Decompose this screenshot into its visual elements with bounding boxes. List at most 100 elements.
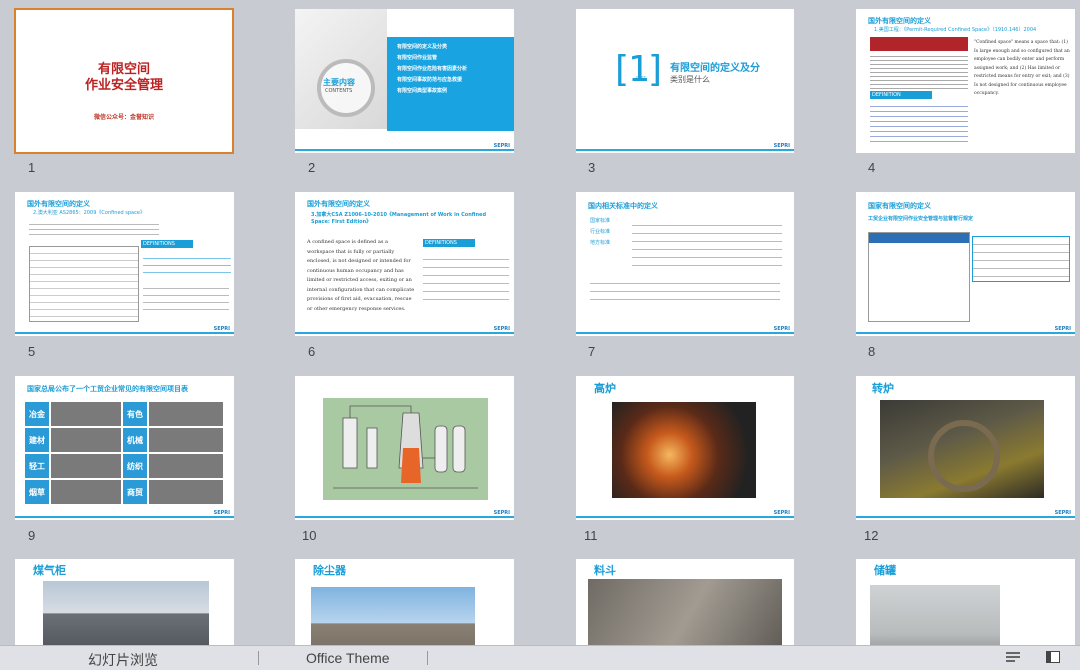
slide7-title: 国内相关标准中的定义 xyxy=(588,202,658,210)
part-heading: 有限空间的定义及分 xyxy=(670,63,760,74)
slide9-title: 国家总局公布了一个工贸企业常见的有限空间项目表 xyxy=(27,385,188,393)
definition-quote: "Confined space" means a space that: (1)… xyxy=(974,40,1070,96)
brand-logo: SEPRI xyxy=(1054,326,1071,332)
table-category: 建材 xyxy=(25,428,49,452)
table-category: 烟草 xyxy=(25,480,49,504)
slide8-title: 国家有限空间的定义 xyxy=(868,202,931,210)
footer-bar xyxy=(576,332,794,334)
footer-bar xyxy=(576,516,794,518)
slide1-subtitle: 微信公众号：金誉知识 xyxy=(93,114,154,121)
slide-number: 5 xyxy=(28,344,36,359)
contents-item: 有限空间作业危险有害因素分析 xyxy=(397,66,468,72)
contents-item: 有限空间作业监管 xyxy=(397,55,438,61)
slide-number: 8 xyxy=(868,344,876,359)
table-category: 纺织 xyxy=(123,454,147,478)
slide-thumbnail-6[interactable]: 国外有限空间的定义 3.加拿大CSA Z1006-10-2010《Managem… xyxy=(295,192,514,336)
status-bar: 幻灯片浏览 Office Theme xyxy=(0,645,1080,670)
definition-label: DEFINITION xyxy=(870,91,932,99)
contents-item: 有限空间事故防范与应急救援 xyxy=(397,77,463,83)
footer-bar xyxy=(576,149,794,151)
slide-thumbnail-15[interactable]: 料斗 xyxy=(576,559,794,645)
slide-thumbnail-9[interactable]: 国家总局公布了一个工贸企业常见的有限空间项目表 冶金 有色 建材 机械 轻工 纺… xyxy=(15,376,234,520)
table-cell xyxy=(51,454,121,478)
slide-thumbnail-2[interactable]: 主要内容 CONTENTS 有限空间的定义及分类 有限空间作业监管 有限空间作业… xyxy=(295,9,514,153)
footer-bar xyxy=(295,332,514,334)
brand-logo: SEPRI xyxy=(493,143,510,149)
slide-thumbnail-5[interactable]: 国外有限空间的定义 2.澳大利亚 AS2865：2009《Confined sp… xyxy=(15,192,234,336)
slide5-text xyxy=(29,220,159,236)
table-cell xyxy=(149,454,223,478)
slide-thumbnail-7[interactable]: 国内相关标准中的定义 国家标准 行业标准 地方标准 SEPRI xyxy=(576,192,794,336)
regulation-table xyxy=(870,53,968,89)
definition-cn-text xyxy=(143,252,231,278)
part-number-bracket: [1] xyxy=(610,49,667,90)
contents-item: 有限空间典型事故案例 xyxy=(397,88,448,94)
table-cell xyxy=(51,480,121,504)
bullet-item: 国家标准 xyxy=(590,218,611,224)
brand-logo: SEPRI xyxy=(213,326,230,332)
dust-collector-photo xyxy=(311,587,475,645)
table-cell xyxy=(149,428,223,452)
slide16-title: 储罐 xyxy=(874,564,896,577)
footer-bar xyxy=(295,516,514,518)
slide13-title: 煤气柜 xyxy=(33,564,66,577)
slide-number: 9 xyxy=(28,528,36,543)
view-mode-label: 幻灯片浏览 xyxy=(88,652,158,668)
contents-panel: 有限空间的定义及分类 有限空间作业监管 有限空间作业危险有害因素分析 有限空间事… xyxy=(387,37,514,131)
slide-number: 3 xyxy=(588,160,596,175)
slide-thumbnail-13[interactable]: 煤气柜 xyxy=(15,559,234,645)
bullet-item: 地方标准 xyxy=(590,240,611,246)
theme-name-label[interactable]: Office Theme xyxy=(306,650,390,666)
slide-number: 10 xyxy=(302,528,317,543)
slide-number: 4 xyxy=(868,160,876,175)
slide-thumbnail-14[interactable]: 除尘器 xyxy=(295,559,514,645)
definition-label: DEFINITIONS xyxy=(423,239,475,247)
slide-thumbnail-4[interactable]: 国外有限空间的定义 1.美国工程：《Permit-Required Confin… xyxy=(856,9,1075,153)
slide6-subtitle: 3.加拿大CSA Z1006-10-2010《Management of Wor… xyxy=(311,212,487,225)
blast-furnace-photo xyxy=(612,402,756,498)
converter-photo xyxy=(880,400,1044,498)
brand-logo: SEPRI xyxy=(213,510,230,516)
regulation-document xyxy=(868,232,970,322)
slide6-title: 国外有限空间的定义 xyxy=(307,200,370,208)
slide-number: 7 xyxy=(588,344,596,359)
slide6-body: A confined space is defined as a workspa… xyxy=(307,239,415,312)
contents-badge-en: CONTENTS xyxy=(325,88,353,94)
slide5-title: 国外有限空间的定义 xyxy=(27,200,90,208)
slide-thumbnail-12[interactable]: 转炉 SEPRI xyxy=(856,376,1075,520)
table-category: 有色 xyxy=(123,402,147,426)
table-cell xyxy=(51,428,121,452)
status-divider xyxy=(427,651,428,665)
slide-thumbnail-3[interactable]: [1] PART 有限空间的定义及分 类别是什么 SEPRI xyxy=(576,9,794,153)
slide-number: 1 xyxy=(28,160,36,175)
slide-number: 2 xyxy=(308,160,316,175)
table-category: 机械 xyxy=(123,428,147,452)
regulation-excerpt xyxy=(972,236,1070,282)
brand-logo: SEPRI xyxy=(773,326,790,332)
bullet-item: 行业标准 xyxy=(590,229,611,235)
part-subheading: 类别是什么 xyxy=(670,75,710,84)
notes-view-icon[interactable] xyxy=(1006,652,1020,664)
slide-thumbnail-11[interactable]: 高炉 SEPRI xyxy=(576,376,794,520)
standard-excerpt xyxy=(29,246,139,322)
standards-list: 国家标准 行业标准 地方标准 xyxy=(590,216,610,249)
definition-notes xyxy=(143,282,229,314)
slide7-text-2 xyxy=(590,276,780,306)
slide14-title: 除尘器 xyxy=(313,564,346,577)
slide5-subtitle: 2.澳大利亚 AS2865：2009《Confined space》 xyxy=(33,210,145,216)
slide7-text-1 xyxy=(632,218,782,266)
slide-thumbnail-16[interactable]: 储罐 xyxy=(856,559,1075,645)
slide4-title: 国外有限空间的定义 xyxy=(868,17,931,25)
slide-thumbnail-10[interactable]: SEPRI xyxy=(295,376,514,520)
slide-thumbnail-8[interactable]: 国家有限空间的定义 工贸企业有限空间作业安全管理与监督暂行规定 SEPRI xyxy=(856,192,1075,336)
converter-ring-icon xyxy=(928,420,1000,492)
slide-thumbnail-1[interactable]: 有限空间 作业安全管理 微信公众号：金誉知识 xyxy=(14,8,234,154)
hopper-photo xyxy=(588,579,782,645)
footer-bar xyxy=(856,332,1075,334)
normal-view-icon[interactable] xyxy=(1046,651,1060,663)
footer-bar xyxy=(295,149,514,151)
footer-bar xyxy=(15,516,234,518)
definition-cn-text xyxy=(423,252,509,300)
brand-logo: SEPRI xyxy=(1054,510,1071,516)
slide1-title: 有限空间 作业安全管理 xyxy=(84,62,163,93)
